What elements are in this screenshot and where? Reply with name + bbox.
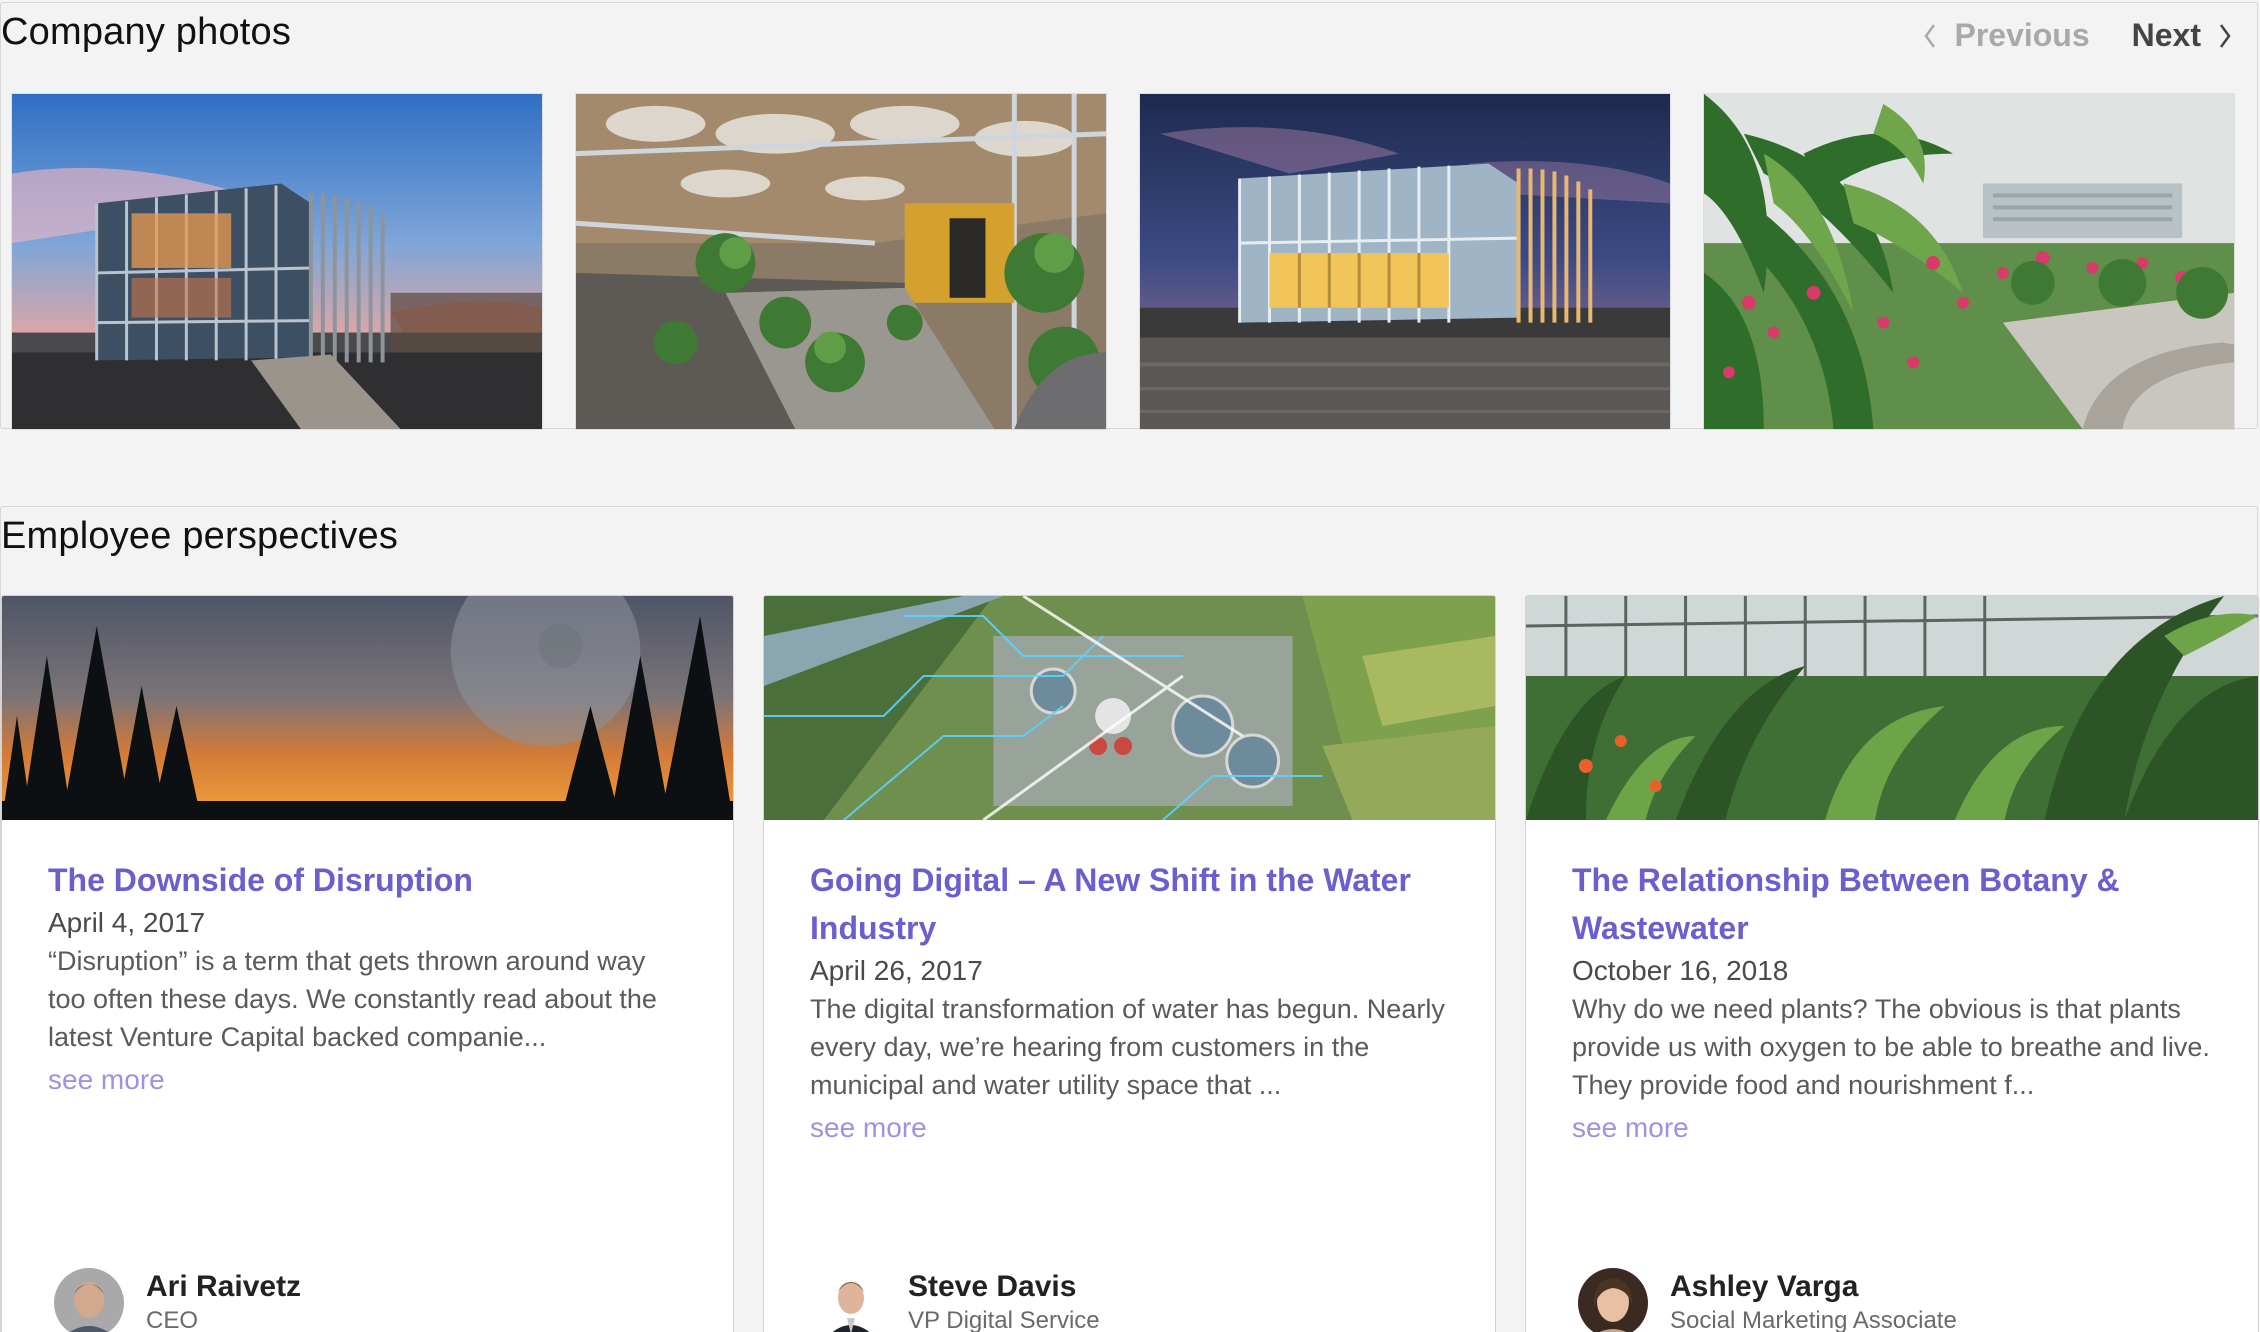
author-role: CEO	[146, 1307, 199, 1332]
card-hero-image-1[interactable]	[2, 596, 733, 820]
card-author: Ari Raivetz CEO	[54, 1268, 301, 1332]
person-avatar-icon	[816, 1268, 886, 1332]
card-author: Steve Davis VP Digital Service	[816, 1268, 1100, 1332]
chevron-right-icon	[2219, 23, 2231, 48]
card-title-link[interactable]: The Relationship Between Botany & Wastew…	[1572, 856, 2212, 952]
chevron-left-icon	[1924, 23, 1936, 48]
card-excerpt: The digital transformation of water has …	[810, 994, 1445, 1100]
photo-pager: Previous Next	[1922, 17, 2233, 54]
avatar[interactable]	[54, 1268, 124, 1332]
card-date: April 4, 2017	[48, 907, 206, 938]
perspective-card-3: The Relationship Between Botany & Wastew…	[1525, 595, 2259, 1332]
see-more-link[interactable]: see more	[810, 1112, 927, 1144]
garden-flowers-image	[1704, 94, 2234, 429]
card-excerpt: “Disruption” is a term that gets thrown …	[48, 946, 657, 1052]
company-photo-2[interactable]	[575, 93, 1107, 430]
author-name: Steve Davis	[908, 1270, 1077, 1303]
see-more-link[interactable]: see more	[1572, 1112, 1689, 1144]
author-name: Ashley Varga	[1670, 1270, 1859, 1303]
avatar[interactable]	[816, 1268, 886, 1332]
employee-perspectives-title: Employee perspectives	[1, 515, 399, 557]
avatar[interactable]	[1578, 1268, 1648, 1332]
card-date: April 26, 2017	[810, 955, 983, 986]
see-more-link[interactable]: see more	[48, 1064, 165, 1096]
greenhouse-plants-image	[1526, 596, 2258, 820]
card-hero-image-2[interactable]	[764, 596, 1495, 820]
previous-button[interactable]: Previous	[1922, 17, 2090, 54]
author-name: Ari Raivetz	[146, 1270, 302, 1303]
company-photos-title: Company photos	[1, 11, 292, 53]
employee-perspectives-section: Employee perspectives The Downside of Di…	[0, 506, 2259, 1332]
glass-pavilion-sunset-image	[12, 94, 542, 429]
company-photo-1[interactable]	[11, 93, 543, 430]
perspective-card-2: Going Digital – A New Shift in the Water…	[763, 595, 1496, 1332]
person-avatar-icon	[1578, 1268, 1648, 1332]
person-avatar-icon	[54, 1268, 124, 1332]
forest-night-sky-image	[2, 596, 733, 820]
author-role: VP Digital Service	[908, 1307, 1100, 1332]
next-button[interactable]: Next	[2132, 17, 2233, 54]
card-date: October 16, 2018	[1572, 955, 1789, 986]
water-plant-aerial-image	[764, 596, 1495, 820]
next-label: Next	[2131, 17, 2201, 53]
author-role: Social Marketing Associate	[1670, 1307, 1957, 1332]
company-photos-section: Company photos Previous Next	[0, 2, 2258, 430]
card-hero-image-3[interactable]	[1526, 596, 2258, 820]
company-photo-3[interactable]	[1139, 93, 1671, 430]
card-title-link[interactable]: Going Digital – A New Shift in the Water…	[810, 856, 1449, 952]
glass-pavilion-night-image	[1140, 94, 1670, 429]
card-author: Ashley Varga Social Marketing Associate	[1578, 1268, 1957, 1332]
previous-label: Previous	[1954, 17, 2090, 53]
company-photo-4[interactable]	[1703, 93, 2235, 430]
card-title-link[interactable]: The Downside of Disruption	[48, 856, 687, 904]
greenhouse-interior-image	[576, 94, 1106, 429]
perspective-card-1: The Downside of Disruption April 4, 2017…	[1, 595, 734, 1332]
card-excerpt: Why do we need plants? The obvious is th…	[1572, 994, 2210, 1100]
